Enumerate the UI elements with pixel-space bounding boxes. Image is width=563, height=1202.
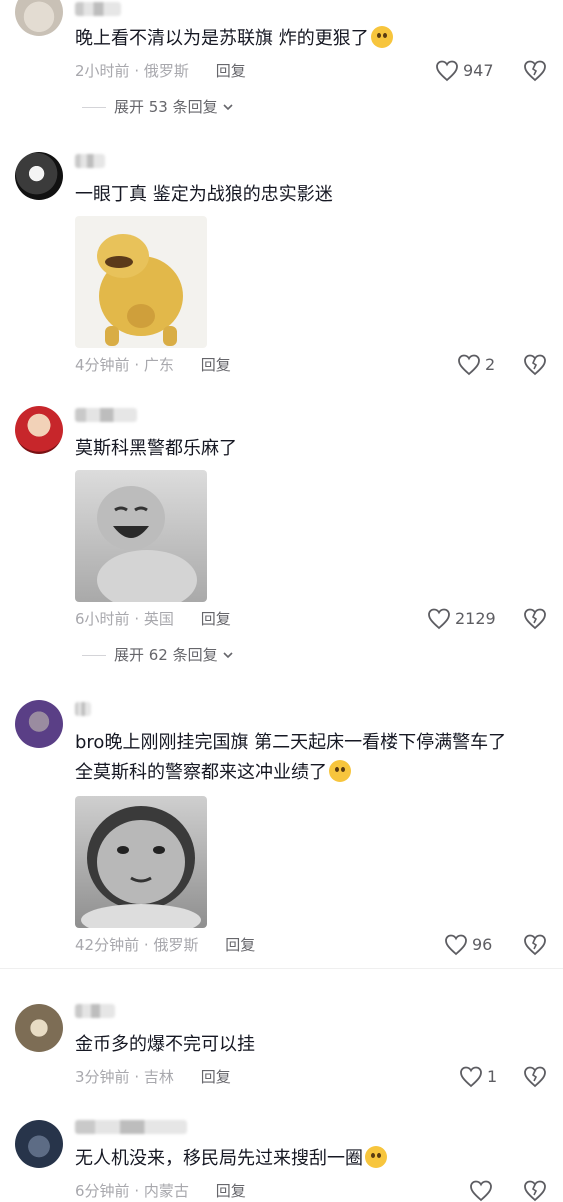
broken-heart-icon[interactable] (523, 934, 547, 956)
comment-text: bro晚上刚刚挂完国旗 第二天起床一看楼下停满警车了 全莫斯科的警察都来这冲业绩… (75, 732, 507, 783)
comment-time: 6分钟前 (75, 1182, 130, 1200)
username-blurred[interactable] (75, 1120, 187, 1134)
reply-button[interactable]: 回复 (201, 610, 231, 628)
avatar[interactable] (15, 152, 63, 200)
comment-image-sticker[interactable] (75, 796, 207, 928)
broken-heart-icon[interactable] (523, 608, 547, 630)
expand-replies-button[interactable]: 展开 53 条回复 (82, 96, 234, 118)
separator: · (134, 610, 140, 628)
like-button[interactable] (469, 1180, 497, 1202)
comment-text: 莫斯科黑警都乐麻了 (75, 438, 237, 459)
comment-image-sticker[interactable] (75, 470, 207, 602)
like-count: 1 (487, 1067, 498, 1086)
separator: · (134, 1068, 140, 1086)
like-button[interactable]: 2129 (427, 608, 496, 630)
comment-meta: 4分钟前 · 广东 回复 (75, 354, 231, 376)
reply-button[interactable]: 回复 (201, 1068, 231, 1086)
reply-button[interactable]: 回复 (216, 1182, 246, 1200)
comment-location: 广东 (143, 356, 174, 374)
reply-button[interactable]: 回复 (216, 62, 246, 80)
expand-replies-label: 展开 53 条回复 (114, 98, 218, 116)
like-button[interactable]: 2 (457, 354, 495, 376)
comment-location: 俄罗斯 (153, 936, 199, 954)
comment-text: 无人机没来，移民局先过来搜刮一圈 (75, 1144, 545, 1174)
comment-meta: 6分钟前 · 内蒙古 回复 (75, 1180, 246, 1202)
comment-location: 吉林 (143, 1068, 174, 1086)
baby-face-sticker-icon (81, 806, 201, 928)
like-count: 96 (472, 935, 493, 954)
heart-outline-icon (436, 60, 458, 82)
comment-time: 3分钟前 (75, 1068, 130, 1086)
username-blurred[interactable] (75, 2, 121, 16)
username-blurred[interactable] (75, 154, 105, 168)
face-emoji-icon (365, 1146, 387, 1168)
winking-tongue-emoji-icon (329, 760, 351, 782)
avatar[interactable] (15, 1004, 63, 1052)
comment-text: 金币多的爆不完可以挂 (75, 1034, 255, 1055)
heart-outline-icon (470, 1180, 492, 1202)
expand-replies-label: 展开 62 条回复 (114, 646, 218, 664)
avatar[interactable] (15, 1120, 63, 1168)
chevron-down-icon (223, 652, 233, 659)
comment-time: 4分钟前 (75, 356, 130, 374)
comment-location: 英国 (143, 610, 174, 628)
divider-line (82, 106, 106, 108)
comment-time: 2小时前 (75, 62, 130, 80)
comment-image-sticker[interactable] (75, 216, 207, 348)
comment-meta: 2小时前 · 俄罗斯 回复 (75, 60, 246, 82)
username-blurred[interactable] (75, 702, 91, 716)
chevron-down-icon (223, 104, 233, 111)
comment-text: 一眼丁真 鉴定为战狼的忠实影迷 (75, 184, 333, 205)
like-button[interactable]: 947 (435, 60, 494, 82)
heart-outline-icon (458, 354, 480, 376)
comment-text: 晚上看不清以为是苏联旗 炸的更狠了 (75, 24, 545, 54)
broken-heart-icon[interactable] (523, 60, 547, 82)
comment-location: 俄罗斯 (143, 62, 189, 80)
separator: · (134, 62, 140, 80)
broken-heart-icon[interactable] (523, 1066, 547, 1088)
like-button[interactable]: 1 (459, 1066, 497, 1088)
like-count: 2129 (455, 609, 496, 628)
section-divider (0, 968, 563, 969)
heart-outline-icon (428, 608, 450, 630)
laughing-yellow-sticker-icon (97, 234, 183, 346)
comment-time: 6小时前 (75, 610, 130, 628)
comment-time: 42分钟前 (75, 936, 140, 954)
heart-outline-icon (445, 934, 467, 956)
comment-meta: 6小时前 · 英国 回复 (75, 608, 231, 630)
broken-heart-icon[interactable] (523, 354, 547, 376)
like-button[interactable]: 96 (444, 934, 492, 956)
username-blurred[interactable] (75, 408, 137, 422)
comment-meta: 42分钟前 · 俄罗斯 回复 (75, 934, 255, 956)
comment-location: 内蒙古 (143, 1182, 189, 1200)
comment-meta: 3分钟前 · 吉林 回复 (75, 1066, 231, 1088)
avatar[interactable] (15, 406, 63, 454)
grinning-emoji-icon (370, 26, 393, 48)
reply-button[interactable]: 回复 (225, 936, 255, 954)
username-blurred[interactable] (75, 1004, 115, 1018)
avatar[interactable] (15, 0, 63, 36)
reply-button[interactable]: 回复 (201, 356, 231, 374)
laughing-baby-sticker-icon (97, 486, 197, 602)
separator: · (143, 936, 149, 954)
separator: · (134, 356, 140, 374)
like-count: 947 (463, 61, 494, 80)
separator: · (134, 1182, 140, 1200)
expand-replies-button[interactable]: 展开 62 条回复 (82, 644, 234, 666)
divider-line (82, 654, 106, 656)
heart-outline-icon (460, 1066, 482, 1088)
like-count: 2 (485, 355, 496, 374)
broken-heart-icon[interactable] (523, 1180, 547, 1202)
avatar[interactable] (15, 700, 63, 748)
